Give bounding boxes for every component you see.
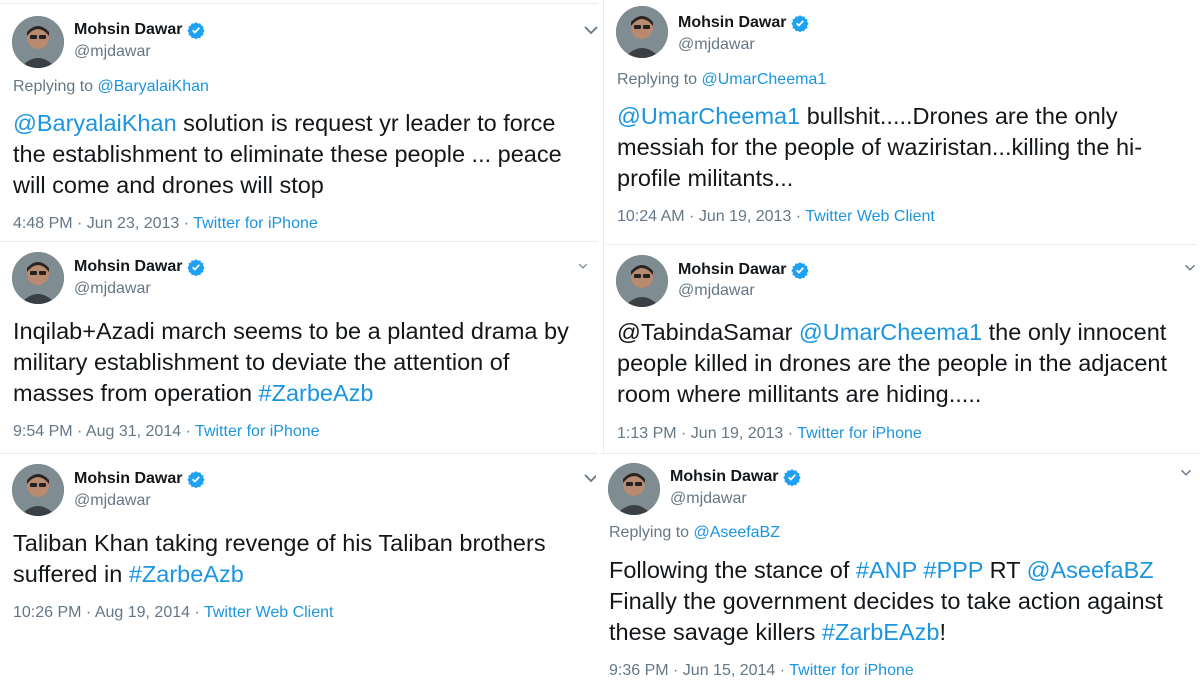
author-handle[interactable]: @mjdawar bbox=[678, 282, 755, 300]
profile-photo bbox=[12, 16, 64, 68]
author-name[interactable]: Mohsin Dawar bbox=[74, 258, 182, 276]
tweet-card[interactable]: Mohsin Dawar @mjdawar Replying to @Barya… bbox=[0, 4, 600, 240]
profile-photo bbox=[616, 6, 668, 58]
tweet-card[interactable]: Mohsin Dawar @mjdawar Inqilab+Azadi marc… bbox=[0, 242, 600, 452]
avatar[interactable] bbox=[12, 252, 64, 304]
timestamp-text[interactable]: 9:36 PM · Jun 15, 2014 · bbox=[609, 662, 789, 679]
chevron-down-icon[interactable] bbox=[583, 24, 599, 36]
author-handle[interactable]: @mjdawar bbox=[74, 280, 151, 298]
tweet-text: Following the stance of #ANP #PPP RT @As… bbox=[609, 555, 1199, 648]
mention-link[interactable]: @BaryalaiKhan bbox=[13, 110, 177, 136]
verified-badge-icon bbox=[783, 469, 802, 486]
tweet-timestamp: 10:24 AM · Jun 19, 2013 · Twitter Web Cl… bbox=[617, 208, 935, 226]
verified-badge-icon bbox=[187, 259, 206, 276]
mention-link[interactable]: @UmarCheema1 bbox=[799, 319, 982, 345]
text-segment: ! bbox=[939, 619, 947, 645]
tweet-text: Inqilab+Azadi march seems to be a plante… bbox=[13, 316, 593, 409]
tweet-timestamp: 4:48 PM · Jun 23, 2013 · Twitter for iPh… bbox=[13, 215, 318, 233]
timestamp-text[interactable]: 10:24 AM · Jun 19, 2013 · bbox=[617, 208, 805, 225]
author-name[interactable]: Mohsin Dawar bbox=[678, 14, 786, 32]
client-link[interactable]: Twitter for iPhone bbox=[789, 662, 914, 679]
avatar[interactable] bbox=[608, 463, 660, 515]
profile-photo bbox=[12, 464, 64, 516]
tweet-timestamp: 9:36 PM · Jun 15, 2014 · Twitter for iPh… bbox=[609, 662, 914, 680]
tweet-timestamp: 10:26 PM · Aug 19, 2014 · Twitter Web Cl… bbox=[13, 604, 333, 622]
reply-prefix: Replying to bbox=[13, 78, 98, 95]
tweet-text: @BaryalaiKhan solution is request yr lea… bbox=[13, 108, 588, 201]
author-name[interactable]: Mohsin Dawar bbox=[670, 468, 778, 486]
hashtag-link[interactable]: #ZarbeAzb bbox=[259, 380, 374, 406]
avatar[interactable] bbox=[616, 6, 668, 58]
hashtag-link[interactable]: #ANP bbox=[856, 557, 917, 583]
author-handle[interactable]: @mjdawar bbox=[74, 492, 151, 510]
mention-link[interactable]: @AseefaBZ bbox=[1027, 557, 1154, 583]
verified-badge-icon bbox=[791, 15, 810, 32]
text-segment: RT bbox=[983, 557, 1027, 583]
tweet-card[interactable]: Mohsin Dawar @mjdawar Taliban Khan takin… bbox=[0, 454, 600, 691]
replying-to: Replying to @BaryalaiKhan bbox=[13, 78, 209, 96]
author-handle[interactable]: @mjdawar bbox=[74, 43, 151, 61]
tweet-card[interactable]: Mohsin Dawar @mjdawar Replying to @UmarC… bbox=[604, 0, 1200, 243]
tweet-card[interactable]: Mohsin Dawar @mjdawar Replying to @Aseef… bbox=[596, 454, 1200, 691]
profile-photo bbox=[12, 252, 64, 304]
chevron-down-icon[interactable] bbox=[578, 262, 588, 270]
text-segment: Following the stance of bbox=[609, 557, 856, 583]
hashtag-link[interactable]: #ZarbeAzb bbox=[129, 561, 244, 587]
text-segment: Taliban Khan taking revenge of his Talib… bbox=[13, 530, 546, 587]
hashtag-link[interactable]: #PPP bbox=[923, 557, 983, 583]
tweet-timestamp: 1:13 PM · Jun 19, 2013 · Twitter for iPh… bbox=[617, 425, 922, 443]
tweet-text: @TabindaSamar @UmarCheema1 the only inno… bbox=[617, 317, 1197, 410]
verified-badge-icon bbox=[791, 262, 810, 279]
tweet-text: Taliban Khan taking revenge of his Talib… bbox=[13, 528, 573, 590]
chevron-down-icon[interactable] bbox=[1184, 263, 1196, 272]
tweet-text: @UmarCheema1 bullshit.....Drones are the… bbox=[617, 101, 1177, 194]
timestamp-text[interactable]: 9:54 PM · Aug 31, 2014 · bbox=[13, 423, 195, 440]
replying-to: Replying to @AseefaBZ bbox=[609, 524, 780, 542]
client-link[interactable]: Twitter for iPhone bbox=[797, 425, 922, 442]
profile-photo bbox=[608, 463, 660, 515]
chevron-down-icon[interactable] bbox=[1180, 468, 1192, 477]
client-link[interactable]: Twitter for iPhone bbox=[195, 423, 320, 440]
profile-photo bbox=[616, 255, 668, 307]
verified-badge-icon bbox=[187, 471, 206, 488]
timestamp-text[interactable]: 10:26 PM · Aug 19, 2014 · bbox=[13, 604, 204, 621]
author-handle[interactable]: @mjdawar bbox=[670, 490, 747, 508]
author-handle[interactable]: @mjdawar bbox=[678, 36, 755, 54]
reply-prefix: Replying to bbox=[617, 71, 702, 88]
reply-mention[interactable]: @BaryalaiKhan bbox=[98, 78, 209, 95]
tweet-card[interactable]: Mohsin Dawar @mjdawar @TabindaSamar @Uma… bbox=[604, 245, 1200, 452]
author-name[interactable]: Mohsin Dawar bbox=[74, 21, 182, 39]
client-link[interactable]: Twitter Web Client bbox=[204, 604, 334, 621]
tweet-timestamp: 9:54 PM · Aug 31, 2014 · Twitter for iPh… bbox=[13, 423, 320, 441]
avatar[interactable] bbox=[616, 255, 668, 307]
replying-to: Replying to @UmarCheema1 bbox=[617, 71, 826, 89]
client-link[interactable]: Twitter Web Client bbox=[805, 208, 935, 225]
hashtag-link[interactable]: #ZarbEAzb bbox=[822, 619, 940, 645]
timestamp-text[interactable]: 4:48 PM · Jun 23, 2013 · bbox=[13, 215, 193, 232]
avatar[interactable] bbox=[12, 464, 64, 516]
verified-badge-icon bbox=[187, 22, 206, 39]
reply-mention[interactable]: @UmarCheema1 bbox=[702, 71, 827, 88]
author-name[interactable]: Mohsin Dawar bbox=[678, 261, 786, 279]
client-link[interactable]: Twitter for iPhone bbox=[193, 215, 318, 232]
reply-mention[interactable]: @AseefaBZ bbox=[694, 524, 781, 541]
mention-link[interactable]: @UmarCheema1 bbox=[617, 103, 800, 129]
avatar[interactable] bbox=[12, 16, 64, 68]
text-segment: @TabindaSamar bbox=[617, 319, 799, 345]
author-name[interactable]: Mohsin Dawar bbox=[74, 470, 182, 488]
reply-prefix: Replying to bbox=[609, 524, 694, 541]
timestamp-text[interactable]: 1:13 PM · Jun 19, 2013 · bbox=[617, 425, 797, 442]
